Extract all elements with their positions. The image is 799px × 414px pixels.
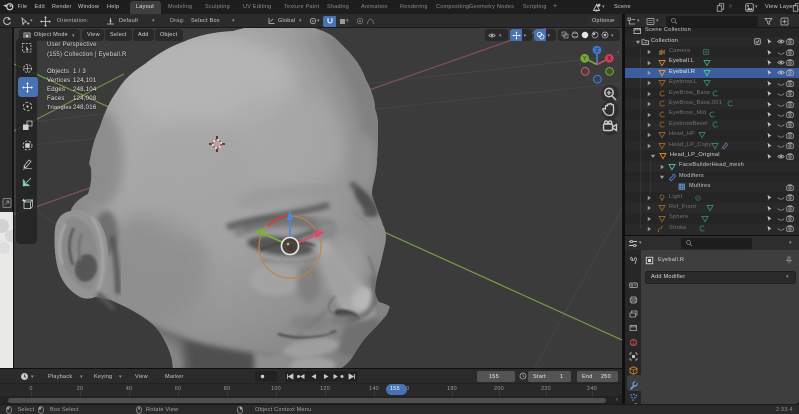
svg-text:‹: ‹ xyxy=(617,50,619,56)
svg-text:X: X xyxy=(607,56,611,62)
svg-text:Y: Y xyxy=(583,56,587,62)
